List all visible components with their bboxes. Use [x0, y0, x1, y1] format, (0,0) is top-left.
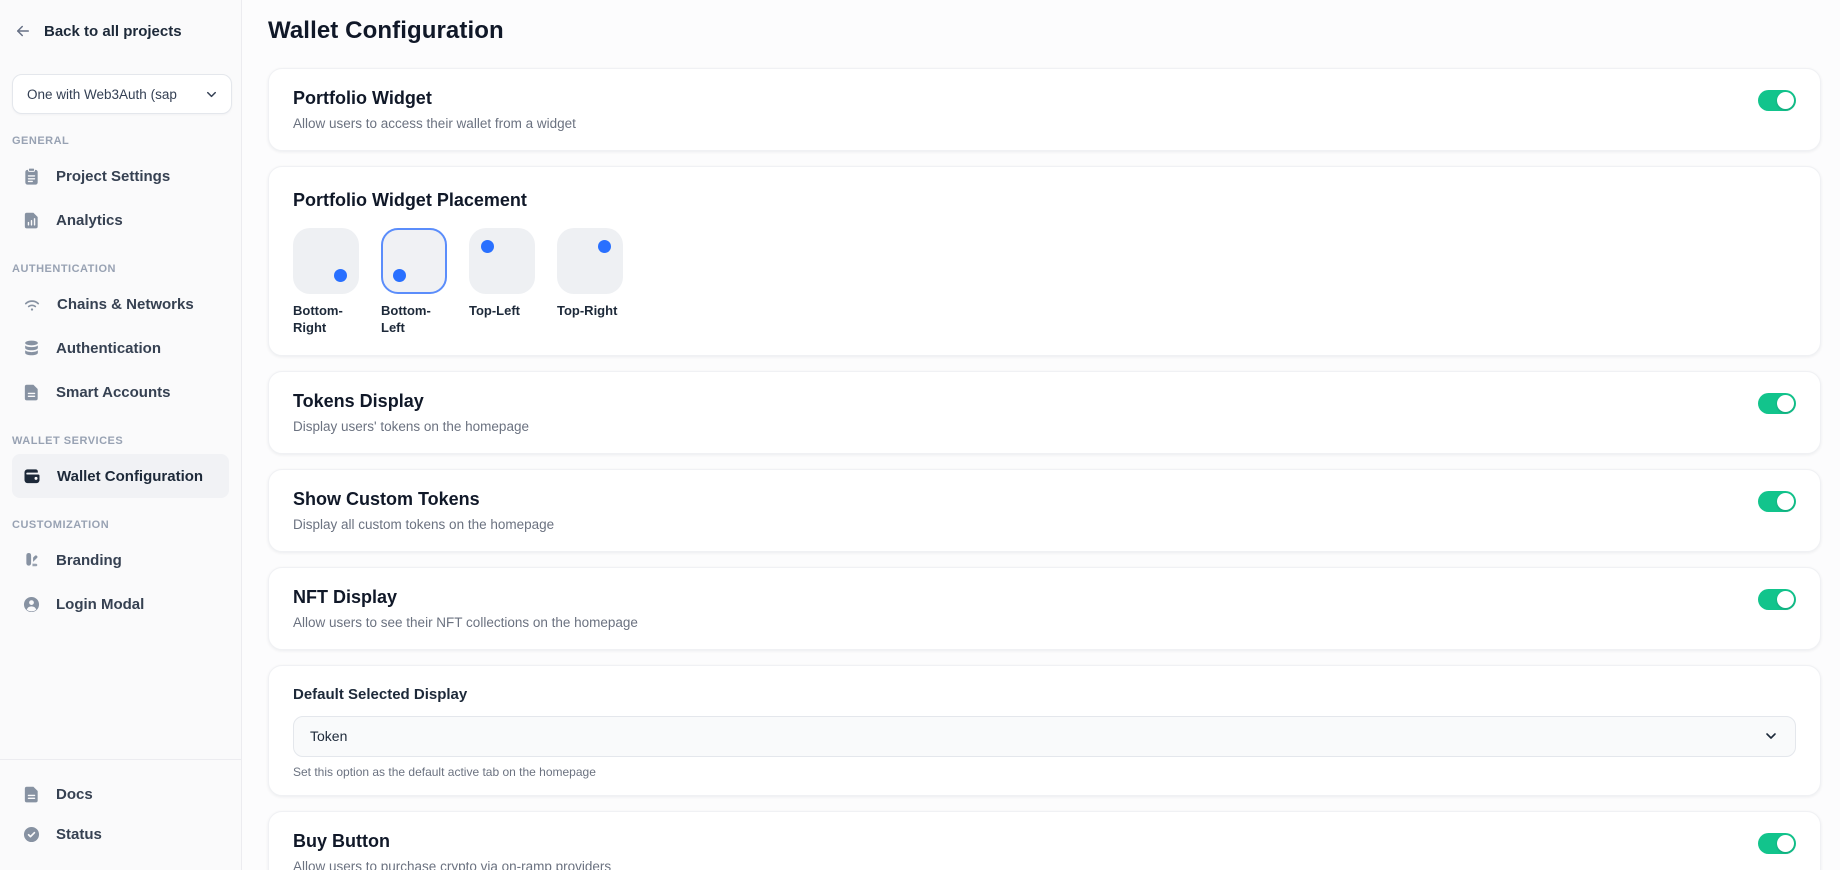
card-heading: Buy Button	[293, 831, 611, 852]
card-description: Allow users to access their wallet from …	[293, 116, 576, 131]
sidebar-item-label: Project Settings	[56, 168, 170, 185]
document-icon	[22, 785, 41, 804]
sidebar-item-label: Smart Accounts	[56, 384, 170, 401]
sidebar-item-smart-accounts[interactable]: Smart Accounts	[12, 370, 229, 414]
placement-option-bottom-right[interactable]	[293, 228, 359, 294]
sidebar-item-login-modal[interactable]: Login Modal	[12, 582, 229, 626]
app-window: Back to all projects One with Web3Auth (…	[0, 0, 1840, 870]
database-icon	[22, 339, 41, 358]
card-heading: Tokens Display	[293, 391, 529, 412]
user-icon	[22, 595, 41, 614]
placement-option-bottom-left[interactable]	[381, 228, 447, 294]
default-selected-display-card: Default Selected Display Token Set this …	[268, 665, 1821, 796]
toggle-knob	[1777, 92, 1794, 109]
placement-dot	[393, 269, 406, 282]
chevron-down-icon	[204, 87, 219, 102]
sidebar-footer: Docs Status	[0, 759, 241, 870]
sidebar-item-authentication[interactable]: Authentication	[12, 326, 229, 370]
section-label-customization: CUSTOMIZATION	[12, 519, 229, 531]
sidebar-item-label: Chains & Networks	[57, 296, 194, 313]
nft-display-card: NFT Display Allow users to see their NFT…	[268, 567, 1821, 650]
sidebar: Back to all projects One with Web3Auth (…	[0, 0, 242, 870]
analytics-icon	[22, 211, 41, 230]
show-custom-tokens-card: Show Custom Tokens Display all custom to…	[268, 469, 1821, 552]
placement-option-top-left[interactable]	[469, 228, 535, 294]
section-label-authentication: AUTHENTICATION	[12, 263, 229, 275]
brush-icon	[22, 551, 41, 570]
chevron-down-icon	[1763, 728, 1779, 744]
main-content: Wallet Configuration Portfolio Widget Al…	[242, 0, 1840, 870]
placement-option-label: Top-Right	[557, 303, 625, 320]
card-description: Allow users to purchase crypto via on-ra…	[293, 859, 611, 870]
document-icon	[22, 383, 41, 402]
sidebar-item-label: Wallet Configuration	[57, 468, 203, 485]
select-label: Default Selected Display	[293, 686, 1796, 703]
sidebar-item-label: Login Modal	[56, 596, 144, 613]
default-display-select[interactable]: Token	[293, 716, 1796, 757]
sidebar-item-project-settings[interactable]: Project Settings	[12, 154, 229, 198]
sidebar-item-status[interactable]: Status	[12, 814, 229, 854]
tokens-display-toggle[interactable]	[1758, 393, 1796, 414]
check-circle-icon	[22, 825, 41, 844]
card-description: Display users' tokens on the homepage	[293, 419, 529, 434]
back-to-projects-link[interactable]: Back to all projects	[12, 20, 229, 42]
sidebar-item-label: Docs	[56, 786, 93, 803]
section-label-general: GENERAL	[12, 135, 229, 147]
placement-option-label: Top-Left	[469, 303, 537, 320]
project-selector-value: One with Web3Auth (sap	[27, 87, 177, 102]
card-heading: NFT Display	[293, 587, 638, 608]
card-heading: Portfolio Widget Placement	[293, 190, 1796, 211]
select-helper-text: Set this option as the default active ta…	[293, 765, 1796, 779]
project-selector[interactable]: One with Web3Auth (sap	[12, 74, 232, 114]
arrow-left-icon	[14, 22, 32, 40]
placement-dot	[598, 240, 611, 253]
nft-display-toggle[interactable]	[1758, 589, 1796, 610]
toggle-knob	[1777, 395, 1794, 412]
sidebar-item-branding[interactable]: Branding	[12, 538, 229, 582]
sidebar-item-wallet-configuration[interactable]: Wallet Configuration	[12, 454, 229, 498]
sidebar-item-docs[interactable]: Docs	[12, 774, 229, 814]
sidebar-item-label: Status	[56, 826, 102, 843]
portfolio-widget-placement-card: Portfolio Widget Placement Bottom-Right …	[268, 166, 1821, 356]
page-title: Wallet Configuration	[268, 17, 1821, 45]
placement-options: Bottom-Right Bottom-Left Top-Left	[293, 228, 1796, 337]
wallet-icon	[22, 466, 42, 486]
wifi-icon	[22, 294, 42, 314]
toggle-knob	[1777, 493, 1794, 510]
toggle-knob	[1777, 835, 1794, 852]
sidebar-item-label: Analytics	[56, 212, 123, 229]
card-heading: Portfolio Widget	[293, 88, 576, 109]
card-description: Display all custom tokens on the homepag…	[293, 517, 554, 532]
placement-dot	[334, 269, 347, 282]
placement-option-label: Bottom-Left	[381, 303, 449, 337]
default-display-value: Token	[310, 728, 347, 744]
show-custom-tokens-toggle[interactable]	[1758, 491, 1796, 512]
sidebar-item-label: Authentication	[56, 340, 161, 357]
buy-button-toggle[interactable]	[1758, 833, 1796, 854]
portfolio-widget-toggle[interactable]	[1758, 90, 1796, 111]
section-label-wallet-services: WALLET SERVICES	[12, 435, 229, 447]
toggle-knob	[1777, 591, 1794, 608]
portfolio-widget-card: Portfolio Widget Allow users to access t…	[268, 68, 1821, 151]
sidebar-item-label: Branding	[56, 552, 122, 569]
sidebar-item-analytics[interactable]: Analytics	[12, 198, 229, 242]
card-heading: Show Custom Tokens	[293, 489, 554, 510]
tokens-display-card: Tokens Display Display users' tokens on …	[268, 371, 1821, 454]
card-description: Allow users to see their NFT collections…	[293, 615, 638, 630]
placement-option-label: Bottom-Right	[293, 303, 361, 337]
clipboard-icon	[22, 167, 41, 186]
sidebar-item-chains-networks[interactable]: Chains & Networks	[12, 282, 229, 326]
back-to-projects-label: Back to all projects	[44, 23, 182, 40]
placement-dot	[481, 240, 494, 253]
sidebar-nav: GENERAL Project Settings Analytics AUTHE…	[12, 135, 229, 626]
buy-button-card: Buy Button Allow users to purchase crypt…	[268, 811, 1821, 870]
placement-option-top-right[interactable]	[557, 228, 623, 294]
